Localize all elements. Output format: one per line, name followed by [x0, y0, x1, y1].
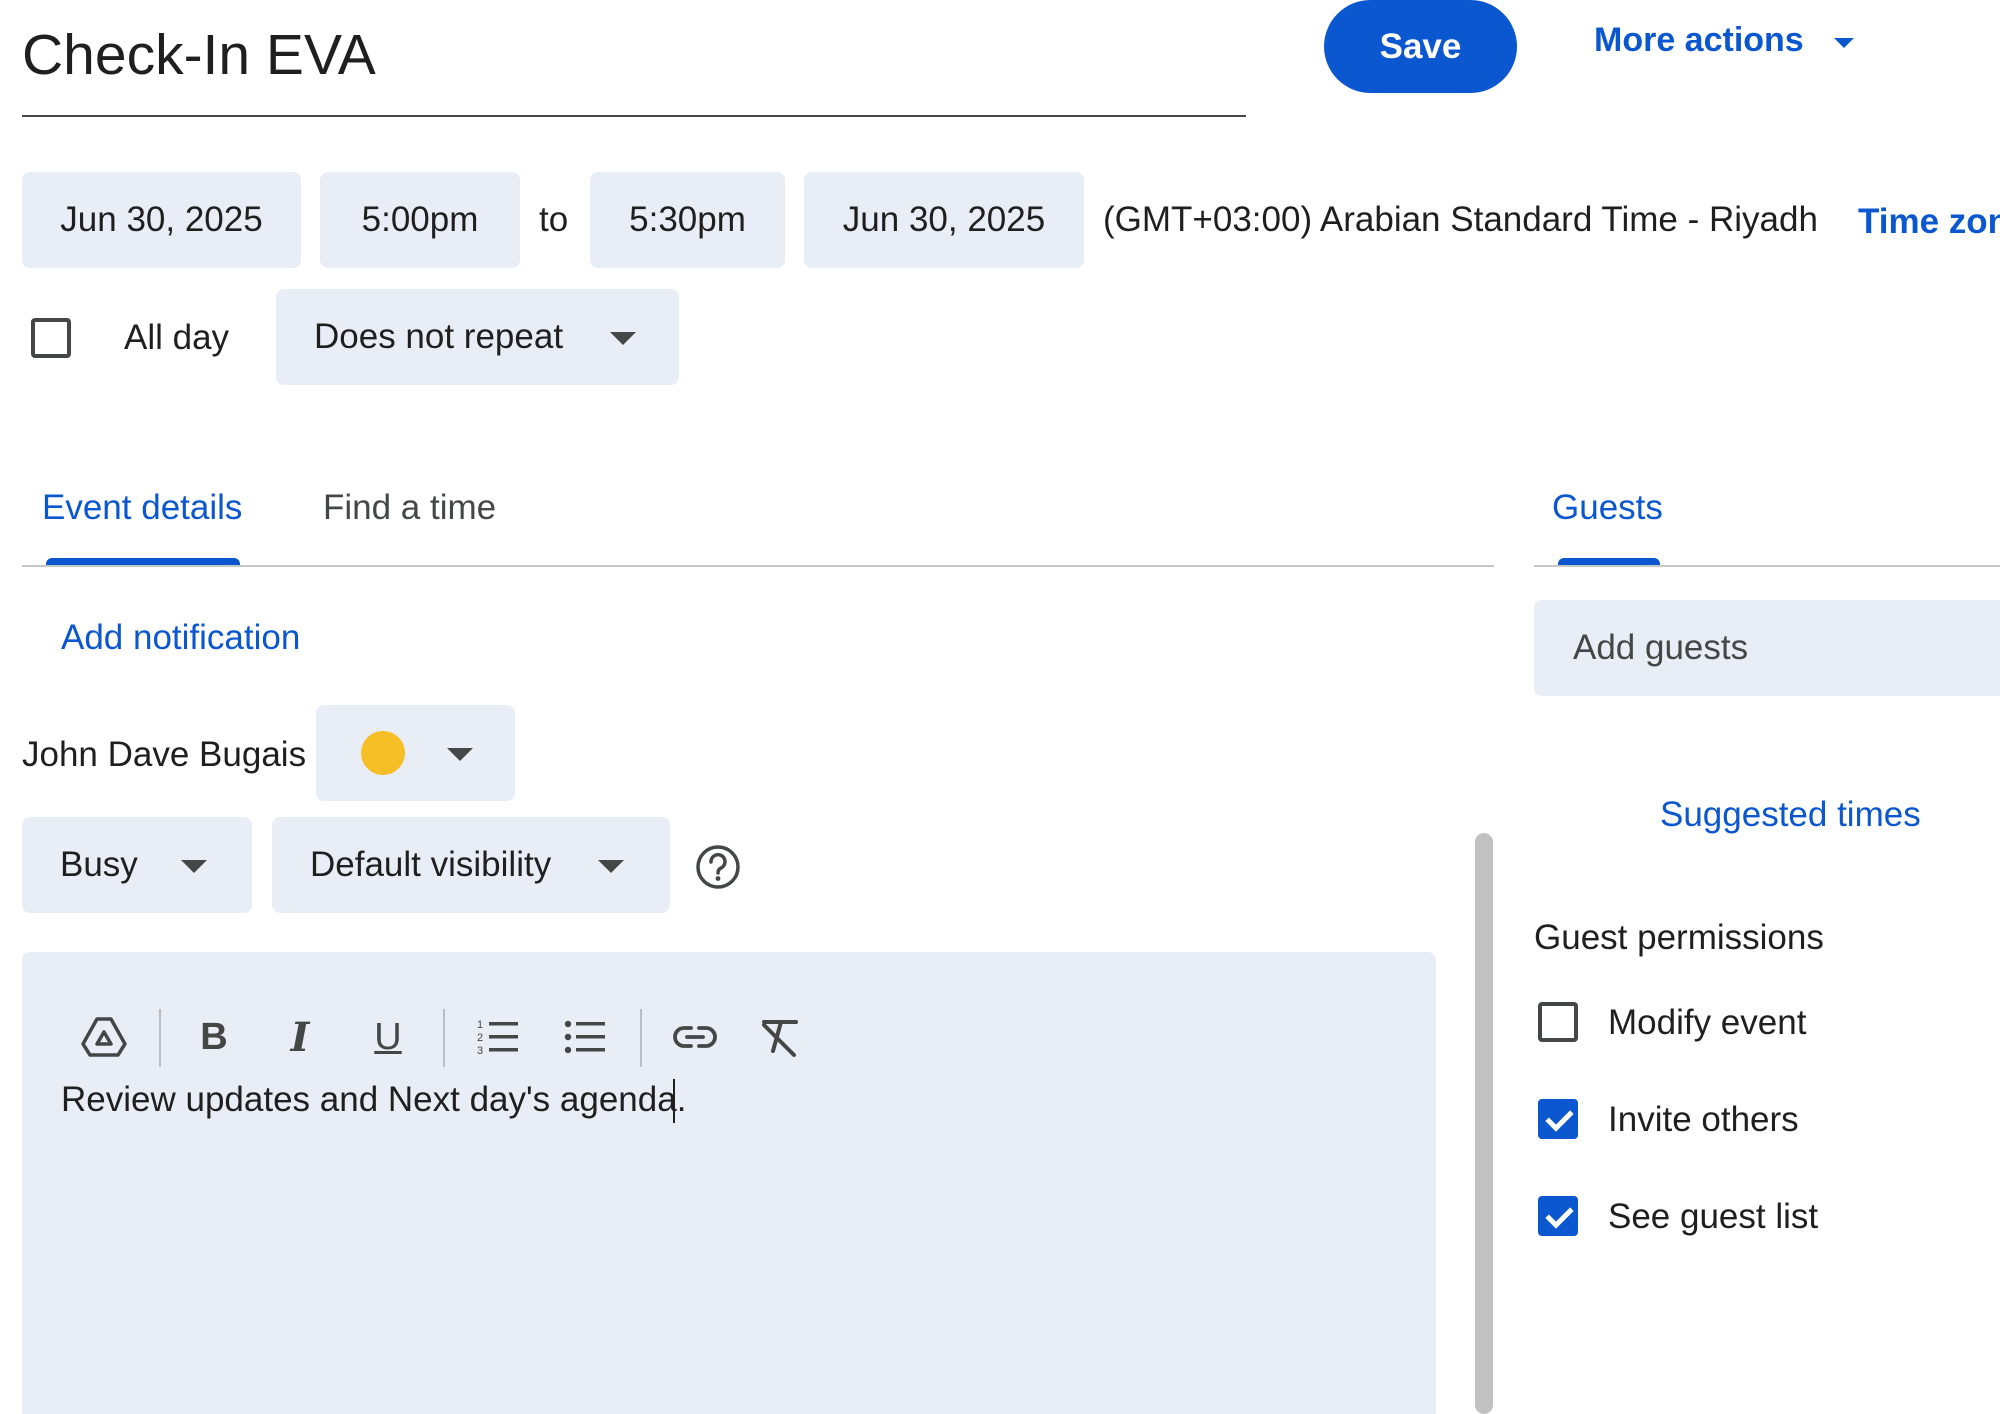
- timezone-link[interactable]: Time zon: [1858, 202, 2000, 242]
- link-icon: [673, 1026, 717, 1048]
- clear-formatting-icon: [762, 1020, 798, 1057]
- save-button[interactable]: Save: [1324, 0, 1517, 93]
- drive-icon: [81, 1017, 127, 1057]
- invite-others-label: Invite others: [1608, 1100, 1799, 1139]
- repeat-value: Does not repeat: [314, 317, 564, 356]
- svg-text:1: 1: [477, 1019, 483, 1031]
- add-guests-placeholder: Add guests: [1573, 628, 1749, 667]
- see-guest-list-label: See guest list: [1608, 1197, 1819, 1236]
- underline-button[interactable]: U: [360, 1009, 416, 1065]
- invite-others-checkbox[interactable]: [1538, 1099, 1578, 1139]
- italic-button[interactable]: I: [272, 1009, 328, 1065]
- tab-find-a-time-label: Find a time: [323, 488, 497, 527]
- toolbar-separator: [159, 1009, 161, 1067]
- tab-event-details-label: Event details: [42, 488, 243, 527]
- availability-value: Busy: [60, 845, 138, 884]
- modify-event-label: Modify event: [1608, 1003, 1807, 1042]
- toolbar-separator: [443, 1009, 445, 1067]
- insert-link-button[interactable]: [667, 1009, 723, 1065]
- modify-event-checkbox[interactable]: [1538, 1002, 1578, 1042]
- all-day-checkbox[interactable]: [31, 318, 71, 358]
- toolbar-separator: [640, 1009, 642, 1067]
- save-button-label: Save: [1379, 26, 1462, 66]
- chevron-down-icon: [181, 860, 207, 873]
- start-time-button[interactable]: 5:00pm: [320, 172, 520, 268]
- tab-event-details[interactable]: Event details: [22, 480, 262, 566]
- chevron-down-icon: [447, 748, 473, 761]
- bulleted-list-button[interactable]: [557, 1009, 613, 1065]
- event-color-dropdown[interactable]: [316, 705, 515, 801]
- bold-button[interactable]: B: [186, 1009, 242, 1065]
- details-scrollbar[interactable]: [1475, 833, 1493, 1414]
- end-time-button[interactable]: 5:30pm: [590, 172, 785, 268]
- tab-guests[interactable]: Guests: [1534, 480, 1734, 566]
- timezone-label: (GMT+03:00) Arabian Standard Time - Riya…: [1103, 200, 1818, 239]
- guests-tabs-divider: [1534, 565, 2000, 567]
- chevron-down-icon: [1834, 38, 1854, 48]
- tab-find-a-time[interactable]: Find a time: [300, 480, 540, 566]
- title-underline: [22, 115, 1246, 117]
- tabs-divider: [22, 565, 1494, 567]
- to-label: to: [539, 200, 569, 239]
- help-icon[interactable]: [694, 843, 742, 891]
- description-editor[interactable]: B I U 1 2 3 Review updates and Next day'…: [22, 952, 1436, 1414]
- color-swatch-icon: [361, 731, 405, 775]
- add-guests-input[interactable]: Add guests: [1534, 600, 2000, 696]
- all-day-label: All day: [124, 318, 230, 357]
- repeat-dropdown[interactable]: Does not repeat: [276, 289, 679, 385]
- permission-invite-others[interactable]: Invite others: [1538, 1097, 1938, 1145]
- add-notification-link[interactable]: Add notification: [61, 618, 300, 658]
- insert-drive-attachment-button[interactable]: [76, 1009, 132, 1065]
- numbered-list-icon: 1 2 3: [477, 1019, 518, 1057]
- start-date-button[interactable]: Jun 30, 2025: [22, 172, 301, 268]
- visibility-dropdown[interactable]: Default visibility: [272, 817, 670, 913]
- permission-modify-event[interactable]: Modify event: [1538, 1000, 1938, 1048]
- suggested-times-link[interactable]: Suggested times: [1660, 795, 1921, 835]
- svg-text:2: 2: [477, 1032, 483, 1044]
- event-title-input[interactable]: Check-In EVA: [22, 22, 376, 88]
- more-actions-button[interactable]: More actions: [1594, 18, 1864, 68]
- more-actions-label: More actions: [1594, 21, 1804, 59]
- guest-permissions-title: Guest permissions: [1534, 918, 1824, 957]
- calendar-owner-label: John Dave Bugais: [22, 735, 307, 774]
- italic-icon: I: [290, 1013, 310, 1061]
- bold-icon: B: [200, 1015, 228, 1058]
- clear-formatting-button[interactable]: [752, 1009, 808, 1065]
- visibility-value: Default visibility: [310, 845, 552, 884]
- underline-icon: U: [374, 1015, 402, 1058]
- tab-guests-label: Guests: [1552, 488, 1663, 527]
- see-guest-list-checkbox[interactable]: [1538, 1196, 1578, 1236]
- svg-text:3: 3: [477, 1045, 483, 1057]
- numbered-list-button[interactable]: 1 2 3: [470, 1009, 526, 1065]
- bulleted-list-icon: [564, 1020, 605, 1054]
- availability-dropdown[interactable]: Busy: [22, 817, 252, 913]
- chevron-down-icon: [610, 332, 636, 345]
- text-cursor: [673, 1079, 675, 1123]
- permission-see-guest-list[interactable]: See guest list: [1538, 1194, 1938, 1242]
- description-text[interactable]: Review updates and Next day's agenda.: [61, 1080, 686, 1120]
- chevron-down-icon: [598, 860, 624, 873]
- end-date-button[interactable]: Jun 30, 2025: [804, 172, 1084, 268]
